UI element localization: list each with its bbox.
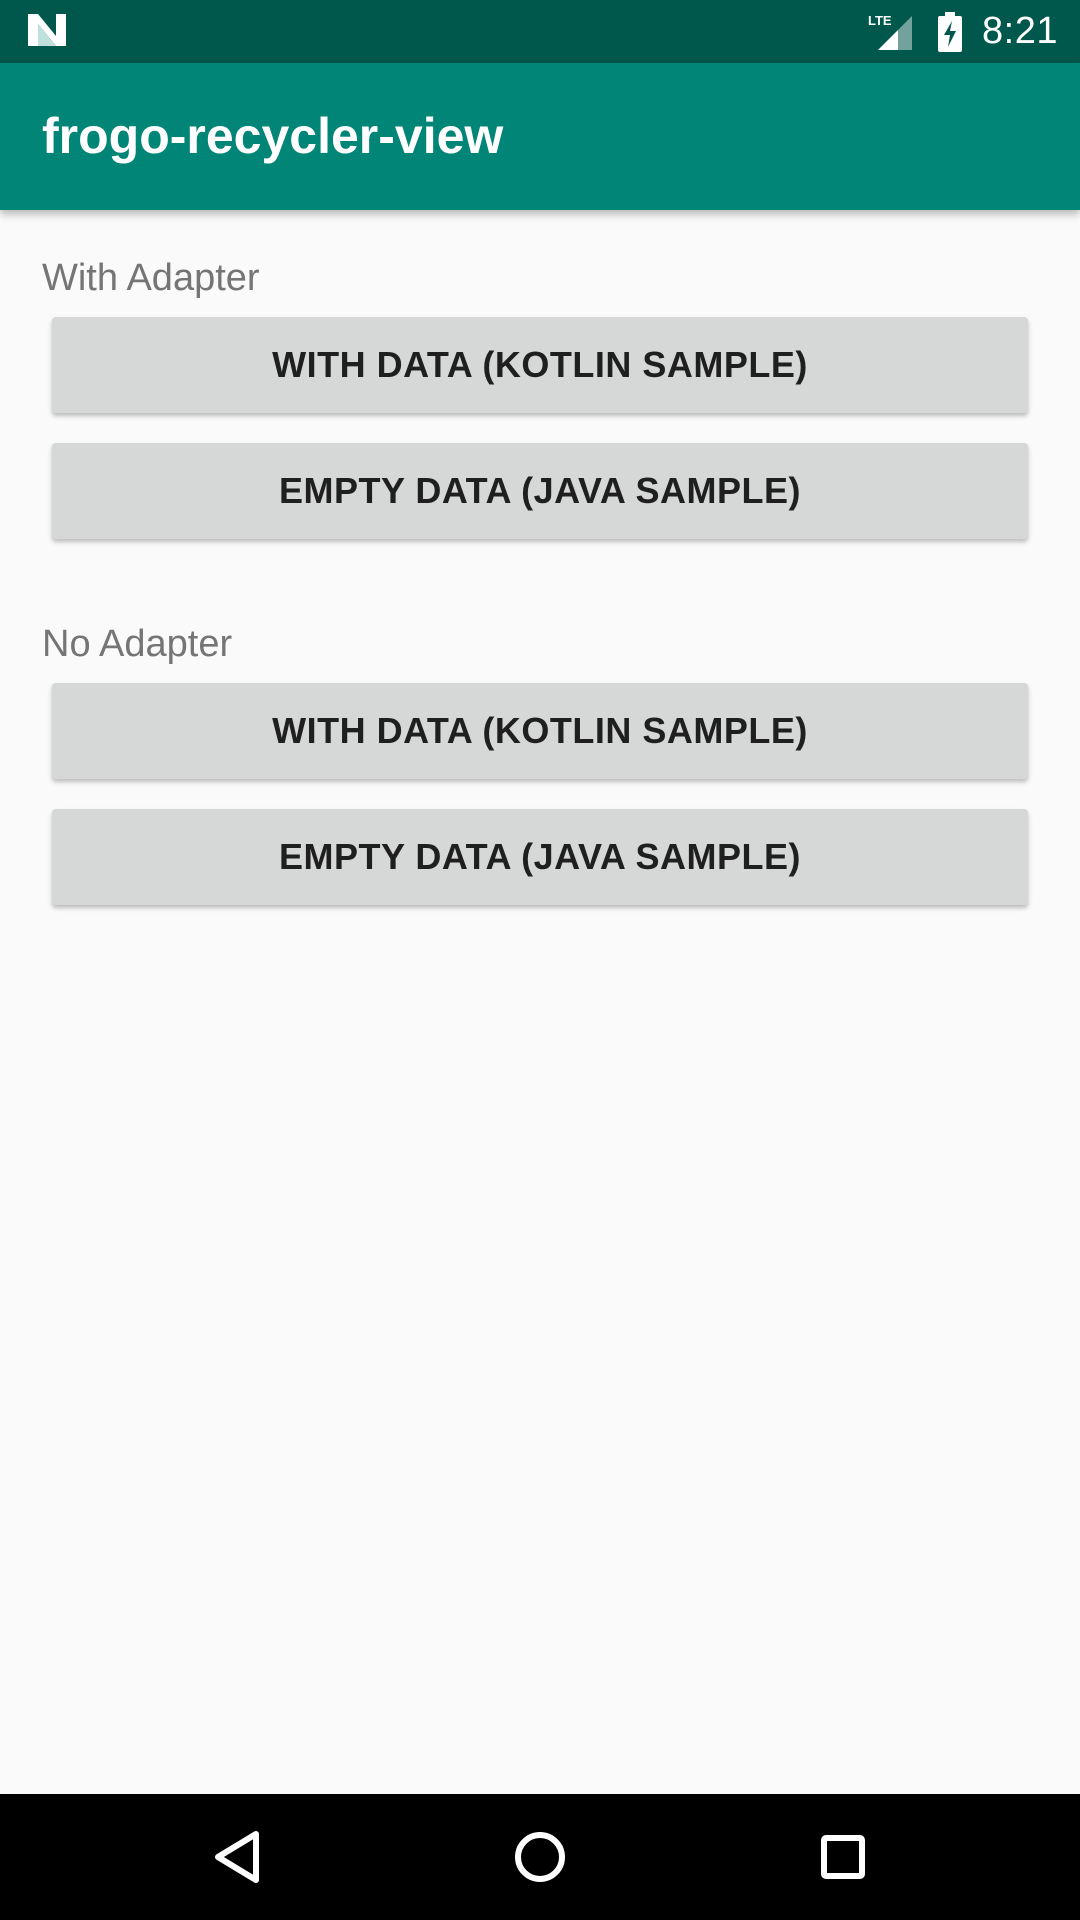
section-label-with-adapter: With Adapter xyxy=(42,257,260,299)
navigation-bar xyxy=(0,1794,1080,1920)
with-adapter-empty-data-button[interactable]: EMPTY DATA (JAVA SAMPLE) xyxy=(52,443,1028,539)
home-button[interactable] xyxy=(460,1794,620,1920)
back-triangle-icon xyxy=(215,1831,259,1883)
section-label-no-adapter: No Adapter xyxy=(42,623,233,665)
notification-n-icon xyxy=(28,14,66,46)
with-adapter-with-data-button[interactable]: WITH DATA (KOTLIN SAMPLE) xyxy=(52,317,1028,413)
status-bar: LTE 8:21 xyxy=(0,0,1080,63)
status-icons: LTE 8:21 xyxy=(868,0,1058,63)
back-button[interactable] xyxy=(157,1794,317,1920)
network-type-label: LTE xyxy=(868,13,892,28)
no-adapter-with-data-button[interactable]: WITH DATA (KOTLIN SAMPLE) xyxy=(52,683,1028,779)
battery-charging-icon xyxy=(938,11,963,52)
app-bar: frogo-recycler-view xyxy=(0,63,1080,210)
no-adapter-empty-data-button[interactable]: EMPTY DATA (JAVA SAMPLE) xyxy=(52,809,1028,905)
app-title: frogo-recycler-view xyxy=(42,108,504,164)
recents-button[interactable] xyxy=(763,1794,923,1920)
home-circle-icon xyxy=(515,1832,565,1882)
status-time: 8:21 xyxy=(982,10,1058,52)
screen: LTE 8:21 frogo-recycler-view With Adapte… xyxy=(0,0,1080,1920)
recents-square-icon xyxy=(821,1835,865,1879)
cell-signal-icon: LTE xyxy=(868,13,913,50)
